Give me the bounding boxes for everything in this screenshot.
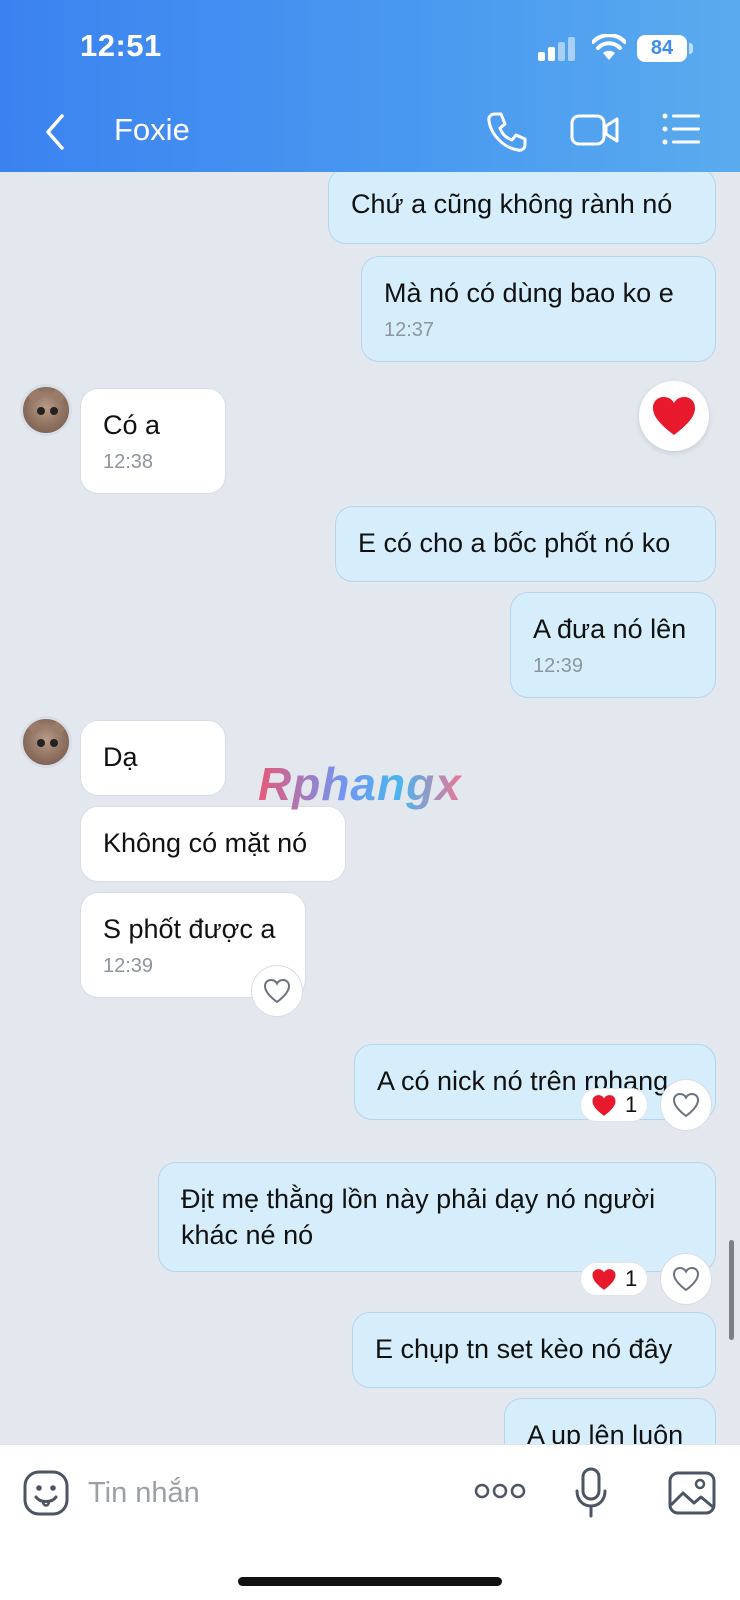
reaction-number: 1: [625, 1266, 638, 1291]
avatar[interactable]: [20, 716, 72, 768]
incoming-message[interactable]: Dạ: [80, 720, 226, 796]
chat-title[interactable]: Foxie: [114, 112, 190, 148]
outgoing-message[interactable]: E chụp tn set kèo nó đây: [352, 1312, 716, 1388]
video-icon[interactable]: [570, 112, 620, 148]
message-text: E có cho a bốc phốt nó ko: [358, 528, 671, 558]
like-button[interactable]: [660, 1079, 712, 1131]
message-time: 12:39: [533, 655, 584, 677]
watermark-logo: Rphangx: [258, 758, 462, 810]
reaction-count[interactable]: 1: [580, 1088, 649, 1122]
outgoing-message[interactable]: A up lên luôn: [504, 1398, 716, 1444]
outgoing-message[interactable]: Mà nó có dùng bao ko e 12:37: [361, 256, 716, 362]
scrollbar[interactable]: [729, 1240, 734, 1340]
message-composer: [0, 1444, 740, 1600]
incoming-message[interactable]: Không có mặt nó: [80, 806, 346, 882]
outgoing-message[interactable]: Địt mẹ thằng lồn này phải dạy nó người k…: [158, 1162, 716, 1272]
heart-icon: [592, 1268, 616, 1290]
status-time: 12:51: [80, 28, 162, 63]
message-text: E chụp tn set kèo nó đây: [375, 1334, 673, 1364]
message-text: A up lên luôn: [527, 1420, 684, 1444]
message-input[interactable]: [88, 1473, 418, 1513]
message-text: Có a: [103, 410, 161, 440]
image-icon[interactable]: [668, 1471, 716, 1515]
menu-icon[interactable]: [662, 112, 702, 146]
incoming-message[interactable]: Có a 12:38: [80, 388, 226, 494]
like-icon: [672, 1092, 700, 1118]
message-text: A có nick nó trên rphang: [377, 1066, 669, 1096]
battery-indicator: 84: [637, 35, 687, 62]
message-text: S phốt được a: [103, 914, 276, 944]
message-text: Địt mẹ thằng lồn này phải dạy nó người k…: [181, 1184, 656, 1250]
phone-icon[interactable]: [485, 110, 529, 154]
like-icon: [263, 978, 291, 1004]
cellular-signal-icon: [538, 37, 575, 61]
heart-icon: [653, 397, 695, 435]
like-button[interactable]: [251, 965, 303, 1017]
home-indicator: [238, 1577, 502, 1586]
outgoing-message[interactable]: Chứ a cũng không rành nó: [328, 172, 716, 244]
message-time: 12:38: [103, 451, 154, 473]
avatar[interactable]: [20, 384, 72, 436]
message-list[interactable]: Chứ a cũng không rành nó Mà nó có dùng b…: [0, 172, 740, 1444]
outgoing-message[interactable]: A đưa nó lên 12:39: [510, 592, 716, 698]
battery-tip: [689, 43, 693, 54]
back-icon[interactable]: [40, 112, 70, 152]
message-text: Không có mặt nó: [103, 828, 308, 858]
heart-icon: [592, 1094, 616, 1116]
message-text: A đưa nó lên: [533, 614, 687, 644]
like-icon: [672, 1266, 700, 1292]
message-text: Chứ a cũng không rành nó: [351, 189, 673, 219]
heart-reaction[interactable]: [639, 381, 709, 451]
wifi-icon: [592, 34, 626, 60]
mic-icon[interactable]: [574, 1467, 608, 1519]
outgoing-message[interactable]: E có cho a bốc phốt nó ko: [335, 506, 716, 582]
reaction-count[interactable]: 1: [580, 1262, 649, 1296]
message-text: Mà nó có dùng bao ko e: [384, 278, 674, 308]
reaction-number: 1: [625, 1092, 638, 1117]
chat-header: 12:51 84 Foxie: [0, 0, 740, 172]
message-time: 12:37: [384, 319, 435, 341]
more-icon[interactable]: [474, 1481, 526, 1501]
message-text: Dạ: [103, 742, 138, 772]
like-button[interactable]: [660, 1253, 712, 1305]
emoji-icon[interactable]: [22, 1469, 70, 1517]
